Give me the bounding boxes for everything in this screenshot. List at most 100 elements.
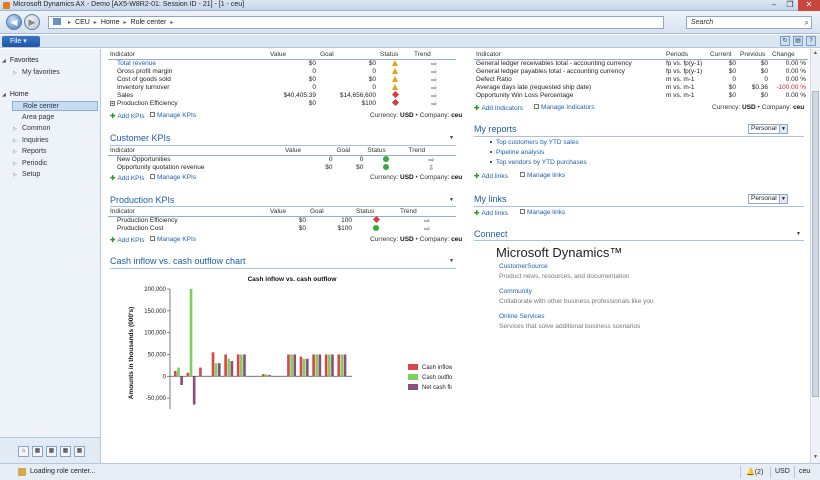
- expand-icon[interactable]: +: [110, 101, 115, 107]
- current-cell: $0: [728, 91, 736, 99]
- add-links-link[interactable]: ✚ Add links: [474, 172, 508, 180]
- scroll-up-icon[interactable]: ▲: [812, 50, 819, 56]
- status-divider: [740, 466, 741, 478]
- sidebar-item-inquiries[interactable]: ▷ Inquiries: [12, 136, 98, 146]
- chart-bar: [299, 356, 303, 377]
- add-indicators-link[interactable]: ✚ Add Indicators: [474, 104, 523, 112]
- part-divider: [474, 136, 804, 137]
- search-icon[interactable]: ⌕: [805, 17, 809, 28]
- part-menu-icon[interactable]: ▼: [796, 231, 801, 237]
- table-row[interactable]: Total revenue $0 $0 ⇨: [108, 59, 456, 68]
- my-reports-view-select[interactable]: Personal ▼: [748, 124, 788, 134]
- back-button[interactable]: ◀: [6, 14, 22, 30]
- indicator-cell[interactable]: Total revenue: [108, 59, 268, 68]
- close-icon[interactable]: ✕: [798, 0, 820, 11]
- search-input[interactable]: Search ⌕: [686, 16, 812, 29]
- minimize-icon[interactable]: –: [766, 0, 782, 11]
- table-row[interactable]: General ledger payables total - accounti…: [474, 67, 808, 75]
- trend-right-icon: ⇨: [431, 100, 437, 108]
- report-link[interactable]: Pipeline analysis: [490, 149, 544, 156]
- trend-cell: ⇨: [407, 155, 456, 164]
- chart-title: Cash inflow vs. cash outflow: [248, 276, 338, 283]
- notifications-indicator[interactable]: 🔔(2): [746, 468, 763, 476]
- manage-links-link[interactable]: Manage links: [520, 172, 565, 179]
- goal-cell: $0: [368, 60, 376, 67]
- breadcrumb-company[interactable]: CEU: [75, 19, 90, 26]
- table-row[interactable]: Production Cost $0 $100 ⇨: [108, 224, 456, 233]
- manage-kpis-link[interactable]: Manage KPIs: [150, 236, 196, 243]
- report-link[interactable]: Top customers by YTD sales: [490, 139, 579, 146]
- table-row[interactable]: Average days late (requested ship date) m…: [474, 83, 808, 91]
- status-currency[interactable]: USD: [775, 468, 790, 475]
- expand-icon: ▷: [13, 137, 17, 144]
- table-row[interactable]: + Production Efficiency $0 $100 ⇨: [108, 98, 456, 108]
- breadcrumb-home[interactable]: Home: [101, 19, 120, 26]
- add-kpis-link[interactable]: ✚ Add KPIs: [110, 112, 145, 120]
- sidebar-item-area-page[interactable]: Area page: [12, 113, 98, 123]
- vertical-scrollbar[interactable]: ▲ ▼: [810, 49, 820, 463]
- currency-company: Currency: USD • Company: ceu: [712, 104, 805, 111]
- connect-link-community[interactable]: Community: [499, 288, 532, 295]
- table-row[interactable]: Inventory turnover 0 0 ⇨: [108, 83, 456, 92]
- column-header: Value: [268, 208, 308, 217]
- module-icon[interactable]: ▦: [74, 446, 85, 457]
- forward-button[interactable]: ▶: [24, 14, 40, 30]
- home-icon[interactable]: ⌂: [18, 446, 29, 457]
- breadcrumb[interactable]: ▸ CEU ▸ Home ▸ Role center ▸: [48, 16, 664, 29]
- manage-kpis-link[interactable]: Manage KPIs: [150, 174, 196, 181]
- table-row[interactable]: New Opportunities 0 0 ⇨: [108, 155, 456, 164]
- module-icon[interactable]: ▦: [32, 446, 43, 457]
- maximize-icon[interactable]: ❐: [782, 0, 798, 11]
- file-menu-button[interactable]: File ▾: [2, 36, 40, 47]
- sidebar-item-my-favorites[interactable]: ▷ My favorites: [12, 68, 98, 78]
- connect-link-online-services[interactable]: Online Services: [499, 313, 545, 320]
- table-row[interactable]: Opportunity quotation revenue $0 $0 ⇩: [108, 163, 456, 172]
- collapse-icon: ◢: [2, 92, 6, 98]
- view-icon[interactable]: ▤: [793, 36, 803, 46]
- home-section[interactable]: ◢ Home: [2, 91, 29, 98]
- scrollbar-thumb[interactable]: [812, 91, 819, 397]
- status-company[interactable]: ceu: [799, 468, 810, 475]
- periods-cell: fp vs. fp(y-1): [666, 67, 703, 75]
- connect-link-customersource[interactable]: CustomerSource: [499, 263, 548, 270]
- chart-bar: [290, 354, 293, 377]
- my-links-view-select[interactable]: Personal ▼: [748, 194, 788, 204]
- refresh-icon[interactable]: ↻: [780, 36, 790, 46]
- manage-indicators-link[interactable]: Manage Indicators: [534, 104, 594, 111]
- help-icon[interactable]: ?: [806, 36, 816, 46]
- table-row[interactable]: Production Efficiency $0 100 ⇨: [108, 215, 456, 225]
- add-kpis-link[interactable]: ✚ Add KPIs: [110, 174, 145, 182]
- table-row[interactable]: Sales $40,405.39 $14,656,600 ⇨: [108, 90, 456, 100]
- sidebar-item-setup[interactable]: ▷ Setup: [12, 170, 98, 180]
- part-divider: [110, 268, 456, 269]
- navigation-pane: ◢ Favorites ▷ My favorites ◢ Home Role cent…: [0, 49, 101, 437]
- table-row[interactable]: Cost of goods sold $0 $0 ⇨: [108, 75, 456, 84]
- sidebar-item-periodic[interactable]: ▷ Periodic: [12, 159, 98, 169]
- module-icon[interactable]: ▦: [60, 446, 71, 457]
- indicator-table: Indicator Periods Current Previous Chang…: [474, 51, 808, 99]
- manage-kpis-link[interactable]: Manage KPIs: [150, 112, 196, 119]
- y-tick-label: 50,000: [148, 352, 167, 358]
- part-menu-icon[interactable]: ▼: [449, 135, 454, 141]
- manage-links-link[interactable]: Manage links: [520, 209, 565, 216]
- sidebar-item-common[interactable]: ▷ Common: [12, 124, 98, 134]
- breadcrumb-role-center[interactable]: Role center: [131, 19, 167, 26]
- table-row[interactable]: General ledger receivables total - accou…: [474, 59, 808, 67]
- goal-cell: $0: [368, 76, 376, 83]
- table-row[interactable]: Gross profit margin 0 0 ⇨: [108, 67, 456, 76]
- sidebar-item-role-center[interactable]: Role center: [12, 101, 98, 111]
- part-menu-icon[interactable]: ▼: [449, 197, 454, 203]
- legend-swatch: [408, 364, 418, 370]
- part-divider: [474, 206, 804, 207]
- add-links-link[interactable]: ✚ Add links: [474, 209, 508, 217]
- add-kpis-link[interactable]: ✚ Add KPIs: [110, 236, 145, 244]
- sidebar-item-reports[interactable]: ▷ Reports: [12, 147, 98, 157]
- module-icon[interactable]: ▦: [46, 446, 57, 457]
- report-link[interactable]: Top vendors by YTD purchases: [490, 159, 587, 166]
- window-title: Microsoft Dynamics AX - Demo [AX5-W8R2-0…: [13, 1, 245, 8]
- favorites-section[interactable]: ◢ Favorites: [2, 57, 39, 64]
- scroll-down-icon[interactable]: ▼: [812, 454, 819, 460]
- table-row[interactable]: Opportunity Win Loss Percentage m vs. m-1…: [474, 91, 808, 99]
- table-row[interactable]: Defect Ratio m vs. m-1 0 0 0.00 %: [474, 75, 808, 83]
- part-menu-icon[interactable]: ▼: [449, 258, 454, 264]
